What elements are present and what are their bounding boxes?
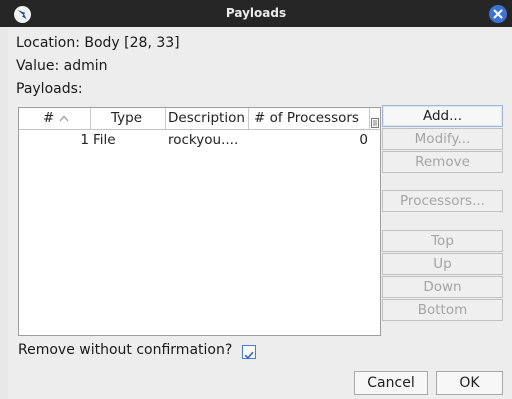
value-label: Value: admin	[16, 58, 108, 74]
processors-button[interactable]: Processors...	[382, 190, 503, 212]
close-button[interactable]	[489, 5, 507, 23]
row-processors: 0	[359, 132, 368, 148]
column-header-number[interactable]: #	[19, 108, 91, 129]
column-header-processors[interactable]: # of Processors	[249, 108, 370, 129]
payloads-table[interactable]: # Type Description # of Processors 1 Fil…	[18, 107, 381, 336]
column-header-type[interactable]: Type	[91, 108, 166, 129]
down-button[interactable]: Down	[382, 276, 503, 298]
title-bar: Payloads	[0, 0, 512, 27]
row-number: 1	[80, 132, 89, 148]
add-button[interactable]: Add...	[382, 105, 503, 127]
up-button[interactable]: Up	[382, 253, 503, 275]
location-label: Location: Body [28, 33]	[16, 35, 180, 51]
close-icon	[493, 9, 503, 19]
row-type: File	[93, 132, 116, 148]
remove-button[interactable]: Remove	[382, 151, 503, 173]
table-header: # Type Description # of Processors	[19, 108, 380, 130]
modify-button[interactable]: Modify...	[382, 128, 503, 150]
row-description: rockyou....	[168, 132, 239, 148]
remove-confirmation-checkbox[interactable]	[242, 345, 256, 360]
payloads-label: Payloads:	[16, 81, 83, 97]
sort-ascending-icon	[59, 115, 69, 122]
payloads-dialog: Location: Body [28, 33] Value: admin Pay…	[8, 27, 512, 399]
background-window-strip	[0, 0, 8, 399]
window-title: Payloads	[225, 6, 287, 20]
column-menu-icon[interactable]	[371, 113, 379, 128]
bottom-button[interactable]: Bottom	[382, 299, 503, 321]
cancel-button[interactable]: Cancel	[354, 371, 428, 395]
top-button[interactable]: Top	[382, 230, 503, 252]
check-icon	[244, 351, 254, 360]
ok-button[interactable]: OK	[436, 371, 503, 395]
remove-confirmation-label: Remove without confirmation?	[18, 342, 233, 358]
column-header-description[interactable]: Description	[166, 108, 249, 129]
